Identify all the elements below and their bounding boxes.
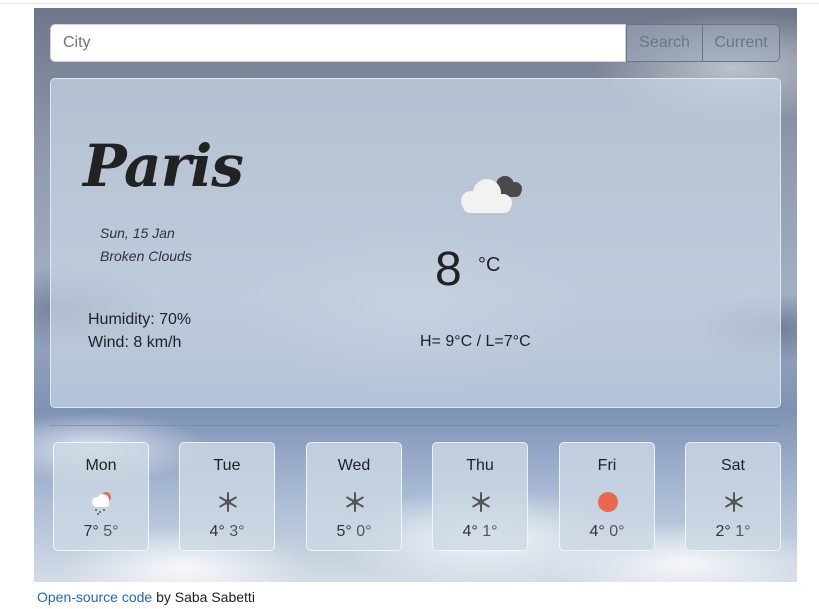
city-search-input[interactable] bbox=[50, 24, 626, 62]
wind-value: Wind: 8 km/h bbox=[88, 334, 182, 351]
forecast-day-label: Fri bbox=[597, 457, 617, 474]
forecast-low: 1° bbox=[735, 523, 751, 540]
forecast-day-label: Thu bbox=[466, 457, 494, 474]
forecast-high: 4° bbox=[462, 523, 478, 540]
search-button[interactable]: Search bbox=[626, 24, 703, 62]
author-credit: by Saba Sabetti bbox=[152, 589, 255, 605]
search-form: Search Current bbox=[50, 24, 780, 62]
forecast-low: 5° bbox=[103, 523, 119, 540]
forecast-temperatures: 2° 1° bbox=[686, 523, 780, 541]
broken-clouds-icon bbox=[461, 176, 522, 213]
forecast-high: 4° bbox=[209, 523, 225, 540]
current-temperature: 8 bbox=[435, 243, 462, 296]
sun-icon bbox=[598, 492, 618, 512]
humidity-value: Humidity: 70% bbox=[88, 311, 192, 328]
forecast-temperatures: 4° 3° bbox=[180, 523, 274, 541]
forecast-temperatures: 4° 1° bbox=[433, 523, 527, 541]
forecast-temperatures: 4° 0° bbox=[560, 523, 654, 541]
forecast-temperatures: 5° 0° bbox=[307, 523, 401, 541]
current-weather-card: Paris Sun, 15 Jan Broken Clouds Humidity… bbox=[50, 78, 781, 408]
high-low-temperature: H= 9°C / L=7°C bbox=[420, 333, 531, 350]
forecast-low: 3° bbox=[229, 523, 245, 540]
forecast-day-card: Thu 4° 1° bbox=[432, 442, 528, 551]
snowflake-icon bbox=[725, 492, 743, 512]
forecast-low: 0° bbox=[609, 523, 625, 540]
forecast-high: 7° bbox=[83, 523, 99, 540]
temperature-unit-celsius[interactable]: °C bbox=[478, 254, 500, 277]
weather-description: Broken Clouds bbox=[100, 248, 192, 264]
forecast-day-label: Tue bbox=[213, 457, 241, 474]
top-divider bbox=[0, 3, 819, 4]
forecast-low: 0° bbox=[356, 523, 372, 540]
forecast-high: 5° bbox=[336, 523, 352, 540]
section-divider bbox=[50, 425, 781, 426]
weather-app: Search Current Paris Sun, 15 Jan Broken … bbox=[34, 8, 797, 582]
forecast-high: 2° bbox=[715, 523, 731, 540]
open-source-code-link[interactable]: Open-source code bbox=[37, 589, 152, 605]
forecast-day-label: Wed bbox=[337, 457, 371, 474]
forecast-day-label: Mon bbox=[85, 457, 117, 474]
snowflake-icon bbox=[472, 492, 490, 512]
forecast-day-card: Sat 2° 1° bbox=[685, 442, 781, 551]
current-location-button[interactable]: Current bbox=[702, 24, 780, 62]
forecast-high: 4° bbox=[589, 523, 605, 540]
forecast-day-label: Sat bbox=[720, 457, 745, 474]
forecast-day-card: Tue 4° 3° bbox=[179, 442, 275, 551]
forecast-day-card: Mon 7° 5° bbox=[53, 442, 149, 551]
snowflake-icon bbox=[219, 492, 237, 512]
city-name: Paris bbox=[83, 132, 244, 200]
forecast-day-card: Wed 5° 0° bbox=[306, 442, 402, 551]
current-date: Sun, 15 Jan bbox=[100, 225, 175, 241]
snowflake-icon bbox=[346, 492, 364, 512]
forecast-low: 1° bbox=[482, 523, 498, 540]
forecast-temperatures: 7° 5° bbox=[54, 523, 148, 541]
forecast-day-card: Fri 4° 0° bbox=[559, 442, 655, 551]
footer-credit: Open-source code by Saba Sabetti bbox=[37, 589, 255, 605]
snow-cloud-sun-icon bbox=[92, 492, 111, 515]
